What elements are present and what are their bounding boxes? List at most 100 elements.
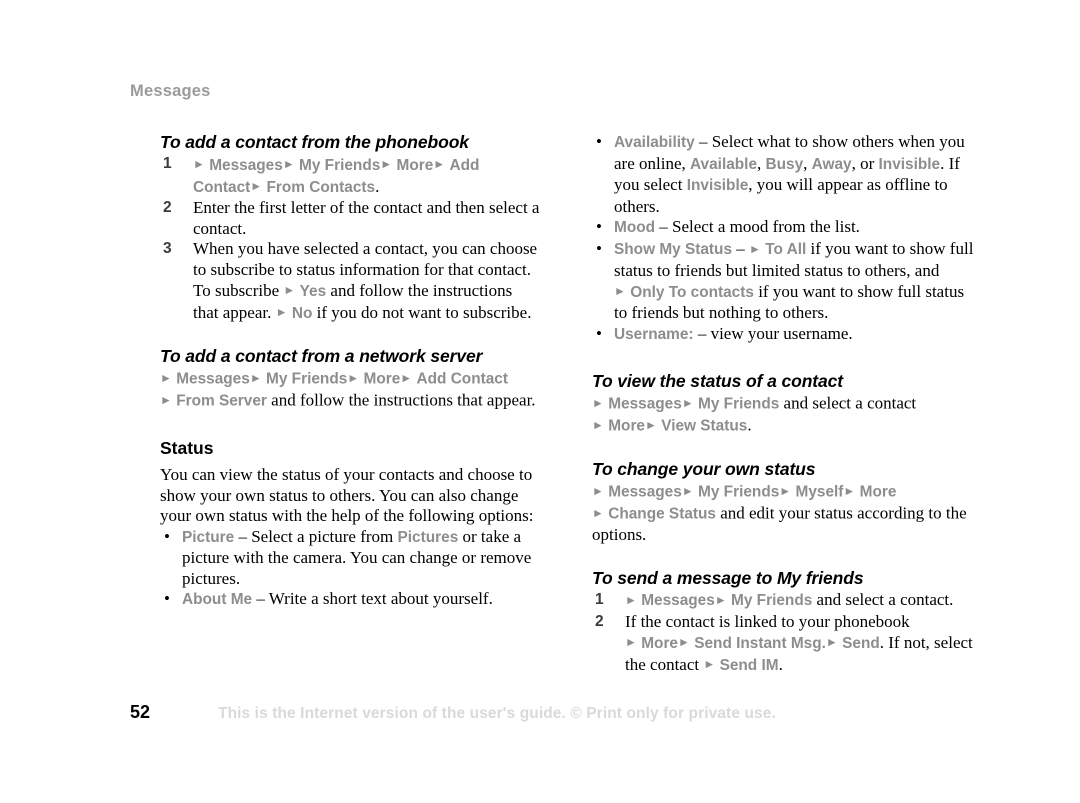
menu-arrow-icon: ► bbox=[625, 592, 641, 607]
menu-arrow-icon: ► bbox=[433, 157, 449, 171]
path-change-own-status: ► Messages► My Friends► Myself► More ► Ch… bbox=[592, 481, 974, 546]
running-header: Messages bbox=[130, 82, 211, 100]
bullet-body: Show My Status – ► To All if you want to… bbox=[614, 239, 973, 322]
step-body: If the contact is linked to your phonebo… bbox=[625, 612, 973, 674]
menu-arrow-icon: ► bbox=[282, 157, 299, 171]
list-item: 1 ► Messages► My Friends and select a con… bbox=[592, 590, 974, 612]
ui-term: Invisible bbox=[686, 177, 749, 194]
menu-arrow-icon: ► bbox=[714, 592, 731, 607]
bullet-body: Mood – Select a mood from the list. bbox=[614, 217, 860, 236]
bullet-icon: • bbox=[164, 589, 170, 608]
menu-arrow-icon: ► bbox=[347, 371, 363, 385]
step-number: 1 bbox=[595, 590, 604, 608]
ui-term: Messages bbox=[608, 483, 682, 501]
heading-add-contact-phonebook: To add a contact from the phonebook bbox=[160, 132, 469, 152]
bullet-body: Picture – Select a picture from Pictures… bbox=[182, 527, 531, 588]
menu-arrow-icon: ► bbox=[625, 635, 641, 649]
list-item: • Mood – Select a mood from the list. bbox=[592, 217, 974, 239]
bullet-body: Availability – Select what to show other… bbox=[614, 132, 965, 216]
body-text: if you do not want to subscribe. bbox=[312, 302, 532, 322]
bullet-body: About Me – Write a short text about your… bbox=[182, 589, 493, 608]
menu-arrow-icon: ► bbox=[380, 157, 396, 171]
bullet-icon: • bbox=[596, 132, 602, 151]
ui-term: No bbox=[291, 304, 313, 322]
ui-term: Availability bbox=[614, 134, 695, 151]
menu-arrow-icon: ► bbox=[843, 484, 859, 498]
menu-arrow-icon: ► bbox=[614, 284, 630, 298]
ui-term: Send IM bbox=[719, 656, 779, 674]
ui-term: Pictures bbox=[397, 528, 459, 546]
ui-term: Invisible bbox=[878, 155, 941, 173]
heading-change-own-status: To change your own status bbox=[592, 459, 816, 479]
bullet-icon: • bbox=[164, 526, 170, 546]
step-number: 2 bbox=[163, 199, 172, 216]
menu-arrow-icon: ► bbox=[250, 179, 266, 193]
path-add-contact-network-server: ► Messages► My Friends► More► Add Contac… bbox=[160, 368, 540, 412]
ui-term: Myself bbox=[795, 483, 844, 501]
list-item: • Username: – view your username. bbox=[592, 324, 974, 346]
ui-term: Username: bbox=[614, 325, 694, 343]
list-item: • Availability – Select what to show othe… bbox=[592, 132, 974, 217]
ui-term: Only To contacts bbox=[630, 283, 754, 301]
ui-term: More bbox=[608, 417, 645, 435]
body-text: . bbox=[375, 176, 380, 196]
path-view-status-of-contact: ► Messages► My Friends and select a cont… bbox=[592, 393, 974, 437]
list-item: 2 Enter the first letter of the contact a… bbox=[160, 198, 540, 239]
body-text: – Write a short text about yourself. bbox=[252, 589, 493, 608]
ui-term: Away bbox=[811, 155, 852, 173]
bullet-icon: • bbox=[596, 323, 602, 343]
ui-term: Show My Status bbox=[614, 241, 733, 258]
ui-term: More bbox=[641, 634, 678, 652]
step-number: 3 bbox=[163, 240, 172, 257]
list-item: 2 If the contact is linked to your phoneb… bbox=[592, 612, 974, 677]
menu-arrow-icon: ► bbox=[193, 157, 209, 171]
body-text: If the contact is linked to your phonebo… bbox=[625, 611, 910, 631]
ui-term: My Friends bbox=[299, 156, 381, 174]
step-body: When you have selected a contact, you ca… bbox=[193, 239, 537, 322]
menu-arrow-icon: ► bbox=[283, 283, 299, 297]
ui-term: Yes bbox=[299, 282, 327, 300]
menu-arrow-icon: ► bbox=[703, 657, 719, 671]
menu-arrow-icon: ► bbox=[592, 396, 608, 410]
ui-term: Messages bbox=[641, 592, 715, 609]
menu-arrow-icon: ► bbox=[825, 635, 842, 649]
ui-term: Busy bbox=[765, 155, 804, 173]
ui-term: From Server bbox=[176, 392, 267, 410]
ui-term: Mood bbox=[614, 219, 656, 236]
menu-arrow-icon: ► bbox=[678, 635, 694, 649]
body-text: and select a contact. bbox=[812, 590, 954, 609]
ui-term: My Friends bbox=[698, 483, 780, 501]
body-text: – Select a mood from the list. bbox=[655, 217, 860, 236]
body-text: , or bbox=[851, 153, 879, 173]
step-body: ► Messages► My Friends► More► Add Contac… bbox=[193, 155, 479, 196]
status-options-list-left: • Picture – Select a picture from Picture… bbox=[160, 527, 540, 611]
body-text: . bbox=[747, 415, 752, 435]
step-body: ► Messages► My Friends and select a cont… bbox=[625, 590, 953, 609]
ui-term: My Friends bbox=[731, 592, 813, 609]
step-number: 2 bbox=[595, 612, 604, 630]
menu-arrow-icon: ► bbox=[249, 371, 266, 385]
ui-term: About Me bbox=[182, 591, 253, 608]
bullet-icon: • bbox=[596, 238, 602, 258]
step-number: 1 bbox=[163, 155, 172, 172]
ui-term: Messages bbox=[608, 395, 682, 413]
ui-term: More bbox=[363, 370, 401, 388]
body-text: , bbox=[803, 153, 812, 173]
footer-copyright-note: This is the Internet version of the user… bbox=[218, 705, 776, 722]
menu-arrow-icon: ► bbox=[400, 371, 416, 385]
menu-arrow-icon: ► bbox=[681, 484, 698, 498]
menu-arrow-icon: ► bbox=[160, 371, 176, 385]
ui-term: Change Status bbox=[608, 505, 716, 523]
body-text: and follow the instructions that appear. bbox=[266, 390, 536, 410]
ui-term: View Status bbox=[661, 417, 748, 435]
list-item: • Show My Status – ► To All if you want t… bbox=[592, 239, 974, 324]
heading-view-status-of-contact: To view the status of a contact bbox=[592, 371, 844, 391]
page-footer: 52 This is the Internet version of the u… bbox=[0, 702, 1080, 730]
menu-arrow-icon: ► bbox=[749, 241, 765, 256]
list-item: • About Me – Write a short text about you… bbox=[160, 589, 540, 611]
left-column: To add a contact from the phonebook 1 ► M… bbox=[160, 132, 540, 611]
